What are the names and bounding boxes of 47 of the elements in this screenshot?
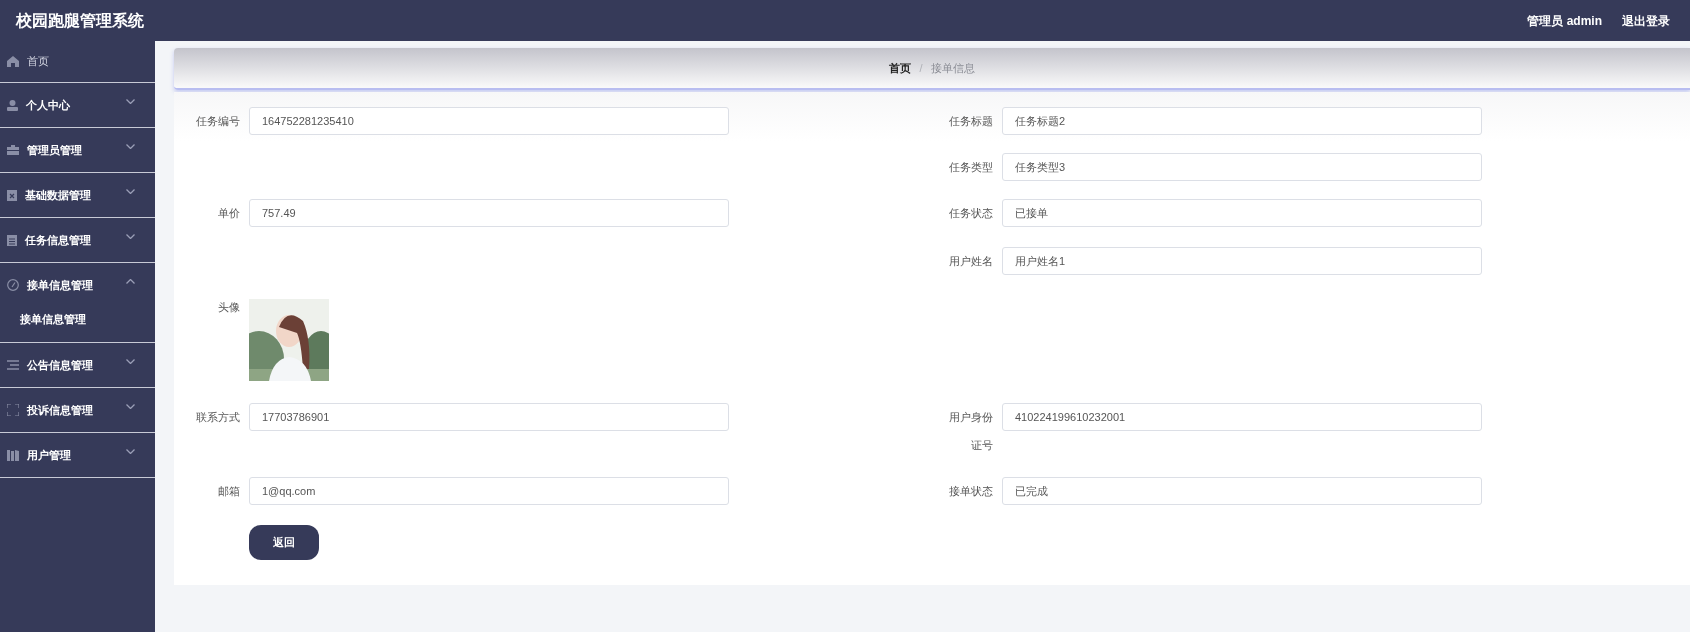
- field-label: 任务类型: [948, 160, 993, 175]
- menu-item[interactable]: 投诉信息管理: [0, 388, 155, 432]
- text-field[interactable]: 任务标题2: [1002, 107, 1482, 135]
- compass-icon: [7, 279, 19, 291]
- field-label: 用户姓名: [948, 254, 993, 269]
- back-button[interactable]: 返回: [249, 525, 319, 560]
- menu-item[interactable]: 用户管理: [0, 433, 155, 477]
- breadcrumb-separator: /: [919, 60, 923, 76]
- field-label: 任务标题: [948, 114, 993, 129]
- field-label: 用户身份证号: [948, 410, 993, 453]
- list-icon: [7, 360, 19, 370]
- text-field[interactable]: 17703786901: [249, 403, 729, 431]
- text-field[interactable]: 任务类型3: [1002, 153, 1482, 181]
- menu-item[interactable]: 个人中心: [0, 83, 155, 127]
- briefcase-icon: [7, 145, 19, 155]
- menu-item[interactable]: 首页: [0, 41, 155, 82]
- text-field[interactable]: 164752281235410: [249, 107, 729, 135]
- clipboard-icon: [7, 189, 17, 201]
- field-label: 任务状态: [948, 206, 993, 221]
- user-name: 管理员 admin: [1527, 12, 1602, 30]
- app-title: 校园跑腿管理系统: [16, 10, 144, 31]
- frame-icon: [7, 404, 19, 416]
- text-field[interactable]: 已接单: [1002, 199, 1482, 227]
- text-field[interactable]: 已完成: [1002, 477, 1482, 505]
- menu-item[interactable]: 接单信息管理: [0, 263, 155, 307]
- text-field[interactable]: 410224199610232001: [1002, 403, 1482, 431]
- menu-item[interactable]: 管理员管理: [0, 128, 155, 172]
- clipboard-icon: [7, 234, 17, 246]
- text-field[interactable]: 1@qq.com: [249, 477, 729, 505]
- text-field[interactable]: 用户姓名1: [1002, 247, 1482, 275]
- field-label: 联系方式: [195, 410, 240, 425]
- field-label: 单价: [217, 206, 240, 221]
- menu-item[interactable]: 任务信息管理: [0, 218, 155, 262]
- text-field[interactable]: 757.49: [249, 199, 729, 227]
- breadcrumb-link[interactable]: 首页: [889, 59, 912, 77]
- logout-link[interactable]: 退出登录: [1622, 11, 1670, 30]
- books-icon: [7, 449, 19, 461]
- field-label: 接单状态: [948, 484, 993, 499]
- submenu-item[interactable]: 接单信息管理: [0, 307, 155, 342]
- menu-item[interactable]: 基础数据管理: [0, 173, 155, 217]
- breadcrumb-current: 接单信息: [930, 60, 975, 76]
- field-label: 任务编号: [195, 114, 240, 129]
- field-label: 邮箱: [217, 484, 240, 499]
- menu-item[interactable]: 公告信息管理: [0, 343, 155, 387]
- field-label: 头像: [217, 300, 240, 315]
- person-icon: [7, 99, 18, 111]
- home-icon: [7, 56, 19, 67]
